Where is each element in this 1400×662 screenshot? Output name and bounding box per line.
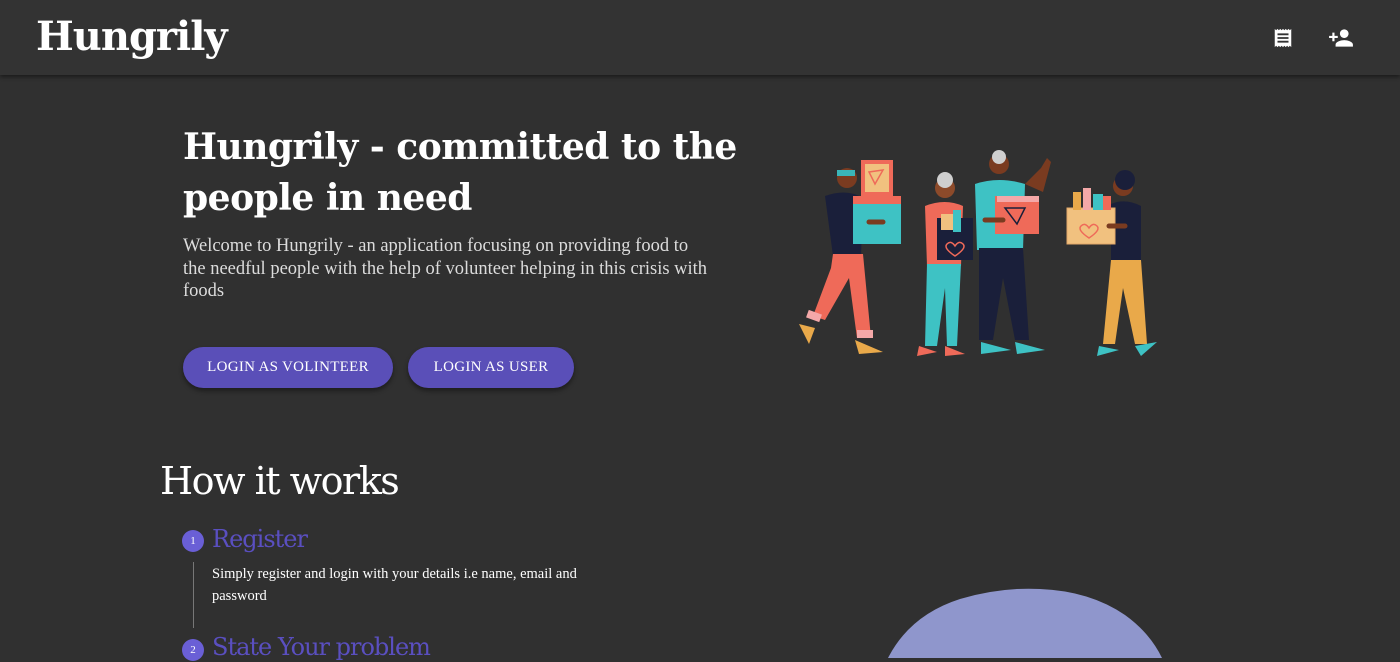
volunteer-figure-4: [1066, 170, 1157, 356]
volunteer-figure-3: [975, 150, 1051, 354]
hero-description: Welcome to Hungrily - an application foc…: [183, 236, 708, 301]
receipt-icon[interactable]: [1269, 24, 1297, 52]
hero-title: Hungrily - committed to the people in ne…: [183, 126, 737, 219]
login-user-button[interactable]: LOGIN AS USER: [408, 347, 574, 388]
app-bar: Hungrily: [0, 0, 1400, 75]
how-it-works-title: How it works: [160, 459, 400, 503]
volunteer-figure-2: [917, 172, 973, 356]
step-1-badge: 1: [182, 530, 204, 552]
step-connector-line: [193, 562, 194, 628]
decorative-blob: [888, 588, 1162, 658]
step-1-title: Register: [212, 525, 308, 553]
brand-logo[interactable]: Hungrily: [36, 12, 228, 62]
volunteer-figure-1: [799, 160, 901, 354]
person-add-icon[interactable]: [1327, 24, 1355, 52]
step-1-description: Simply register and login with your deta…: [212, 566, 577, 604]
login-volunteer-button[interactable]: LOGIN AS VOLINTEER: [183, 347, 393, 388]
volunteers-illustration: [799, 150, 1157, 356]
